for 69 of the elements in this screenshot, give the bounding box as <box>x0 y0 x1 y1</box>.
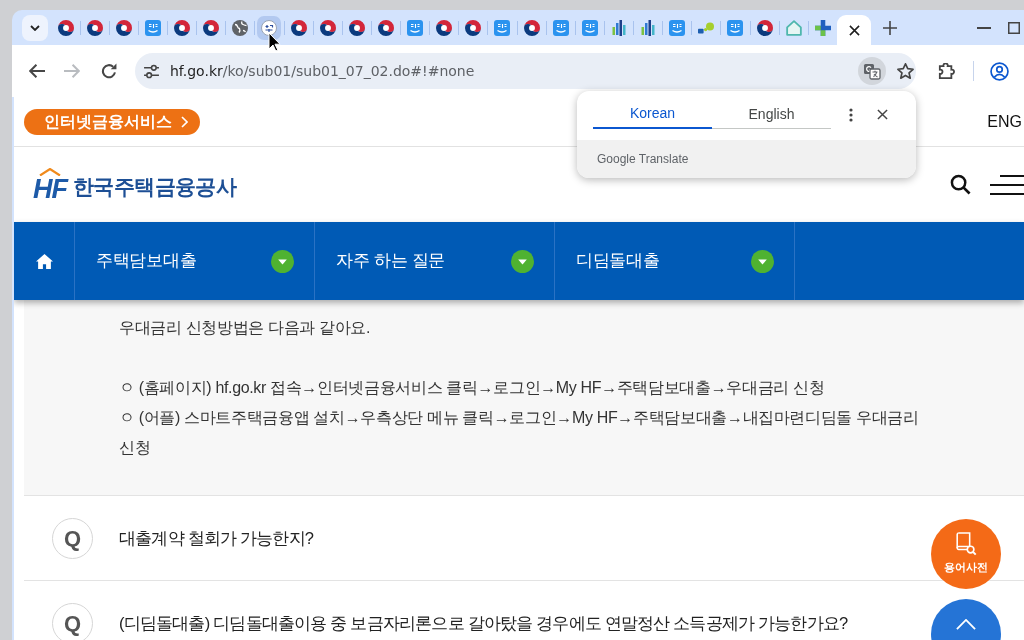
app-tile-icon <box>669 19 686 36</box>
swirl-icon <box>377 19 394 36</box>
plus-logo-icon <box>814 19 831 36</box>
more-options-icon[interactable] <box>849 107 853 122</box>
address-bar[interactable]: hf.go.kr/ko/sub01/sub01_07_02.do#!#none <box>135 53 916 89</box>
swirl-icon <box>465 19 482 36</box>
home-icon <box>35 253 53 269</box>
swirl-icon <box>756 19 773 36</box>
logo-text: 한국주택금융공사 <box>73 174 237 201</box>
site-settings-icon[interactable] <box>143 63 160 79</box>
puzzle-icon[interactable] <box>938 62 955 80</box>
language-link[interactable]: ENG <box>987 109 1024 134</box>
close-icon[interactable] <box>877 109 888 120</box>
dropdown-icon <box>271 249 294 273</box>
bars-icon <box>610 19 627 36</box>
translate-icon <box>863 62 881 80</box>
forward-arrow-icon <box>64 63 80 79</box>
globe-icon <box>232 19 249 36</box>
answer-text: ㅇ (어플) 스마트주택금융앱 설치→우측상단 메뉴 클릭→로그인→My HF→주택담보대출→내집마련디딤돌 우대금리 신청 <box>119 408 920 458</box>
house-icon <box>785 19 802 36</box>
swirl-icon <box>523 19 540 36</box>
app-tile-icon <box>494 19 511 36</box>
app-tile-icon <box>407 19 424 36</box>
answer-text: ㅇ (홈페이지) hf.go.kr 접속→인터넷금융서비스 클릭→로그인→My HF→주택담보대출→우대금리 신청 <box>119 378 826 398</box>
menu-icon[interactable] <box>990 174 1024 195</box>
answer-text: 우대금리 신청방법은 다음과 같아요. <box>119 318 372 338</box>
app-tile-icon <box>144 19 161 36</box>
swirl-icon <box>436 19 453 36</box>
maximize-icon[interactable] <box>1008 21 1020 34</box>
reload-icon <box>101 63 117 79</box>
search-icon[interactable] <box>950 174 971 195</box>
app-tile-icon <box>552 19 569 36</box>
roof-icon <box>39 167 61 176</box>
back-arrow-icon <box>29 63 45 79</box>
swirl-icon <box>319 19 336 36</box>
bars-icon <box>640 19 657 36</box>
question-text[interactable]: (디딤돌대출) 디딤돌대출이용 중 보금자리론으로 갈아탔을 경우에도 연말정산 소득공제가 가능한가요? <box>119 610 848 636</box>
new-tab-icon[interactable] <box>883 20 898 35</box>
dropdown-icon <box>511 249 534 273</box>
seal-icon <box>261 19 278 36</box>
question-text[interactable]: 대출계약 철회가 가능한지? <box>119 525 314 551</box>
chevron-right-icon <box>181 115 188 128</box>
close-icon[interactable] <box>848 24 860 36</box>
bookmark-star-icon[interactable] <box>897 63 914 79</box>
swirl-icon <box>57 19 74 36</box>
dot-logo-icon <box>698 19 715 36</box>
browser-tab[interactable] <box>257 15 282 40</box>
logo-mark: HF <box>33 176 67 202</box>
minimize-icon[interactable] <box>977 26 991 29</box>
language-tab[interactable]: Korean <box>593 100 712 129</box>
swirl-icon <box>174 19 191 36</box>
swirl-icon <box>115 19 132 36</box>
dropdown-icon <box>751 249 774 273</box>
app-tile-icon <box>581 19 598 36</box>
translate-attribution: Google Translate <box>577 140 916 178</box>
profile-icon[interactable] <box>990 61 1009 81</box>
swirl-icon <box>348 19 365 36</box>
swirl-icon <box>290 19 307 36</box>
browser-tab[interactable] <box>837 15 872 45</box>
swirl-icon <box>203 19 220 36</box>
url-text[interactable]: hf.go.kr/ko/sub01/sub01_07_02.do#!#none <box>170 60 475 82</box>
language-tab[interactable]: English <box>712 100 831 129</box>
tab-search-button[interactable] <box>22 14 48 41</box>
chevron-up-icon <box>956 619 976 630</box>
swirl-icon <box>86 19 103 36</box>
app-tile-icon <box>727 19 744 36</box>
translate-button[interactable] <box>858 57 886 85</box>
book-search-icon <box>955 532 977 557</box>
caret-down-icon <box>30 24 40 31</box>
